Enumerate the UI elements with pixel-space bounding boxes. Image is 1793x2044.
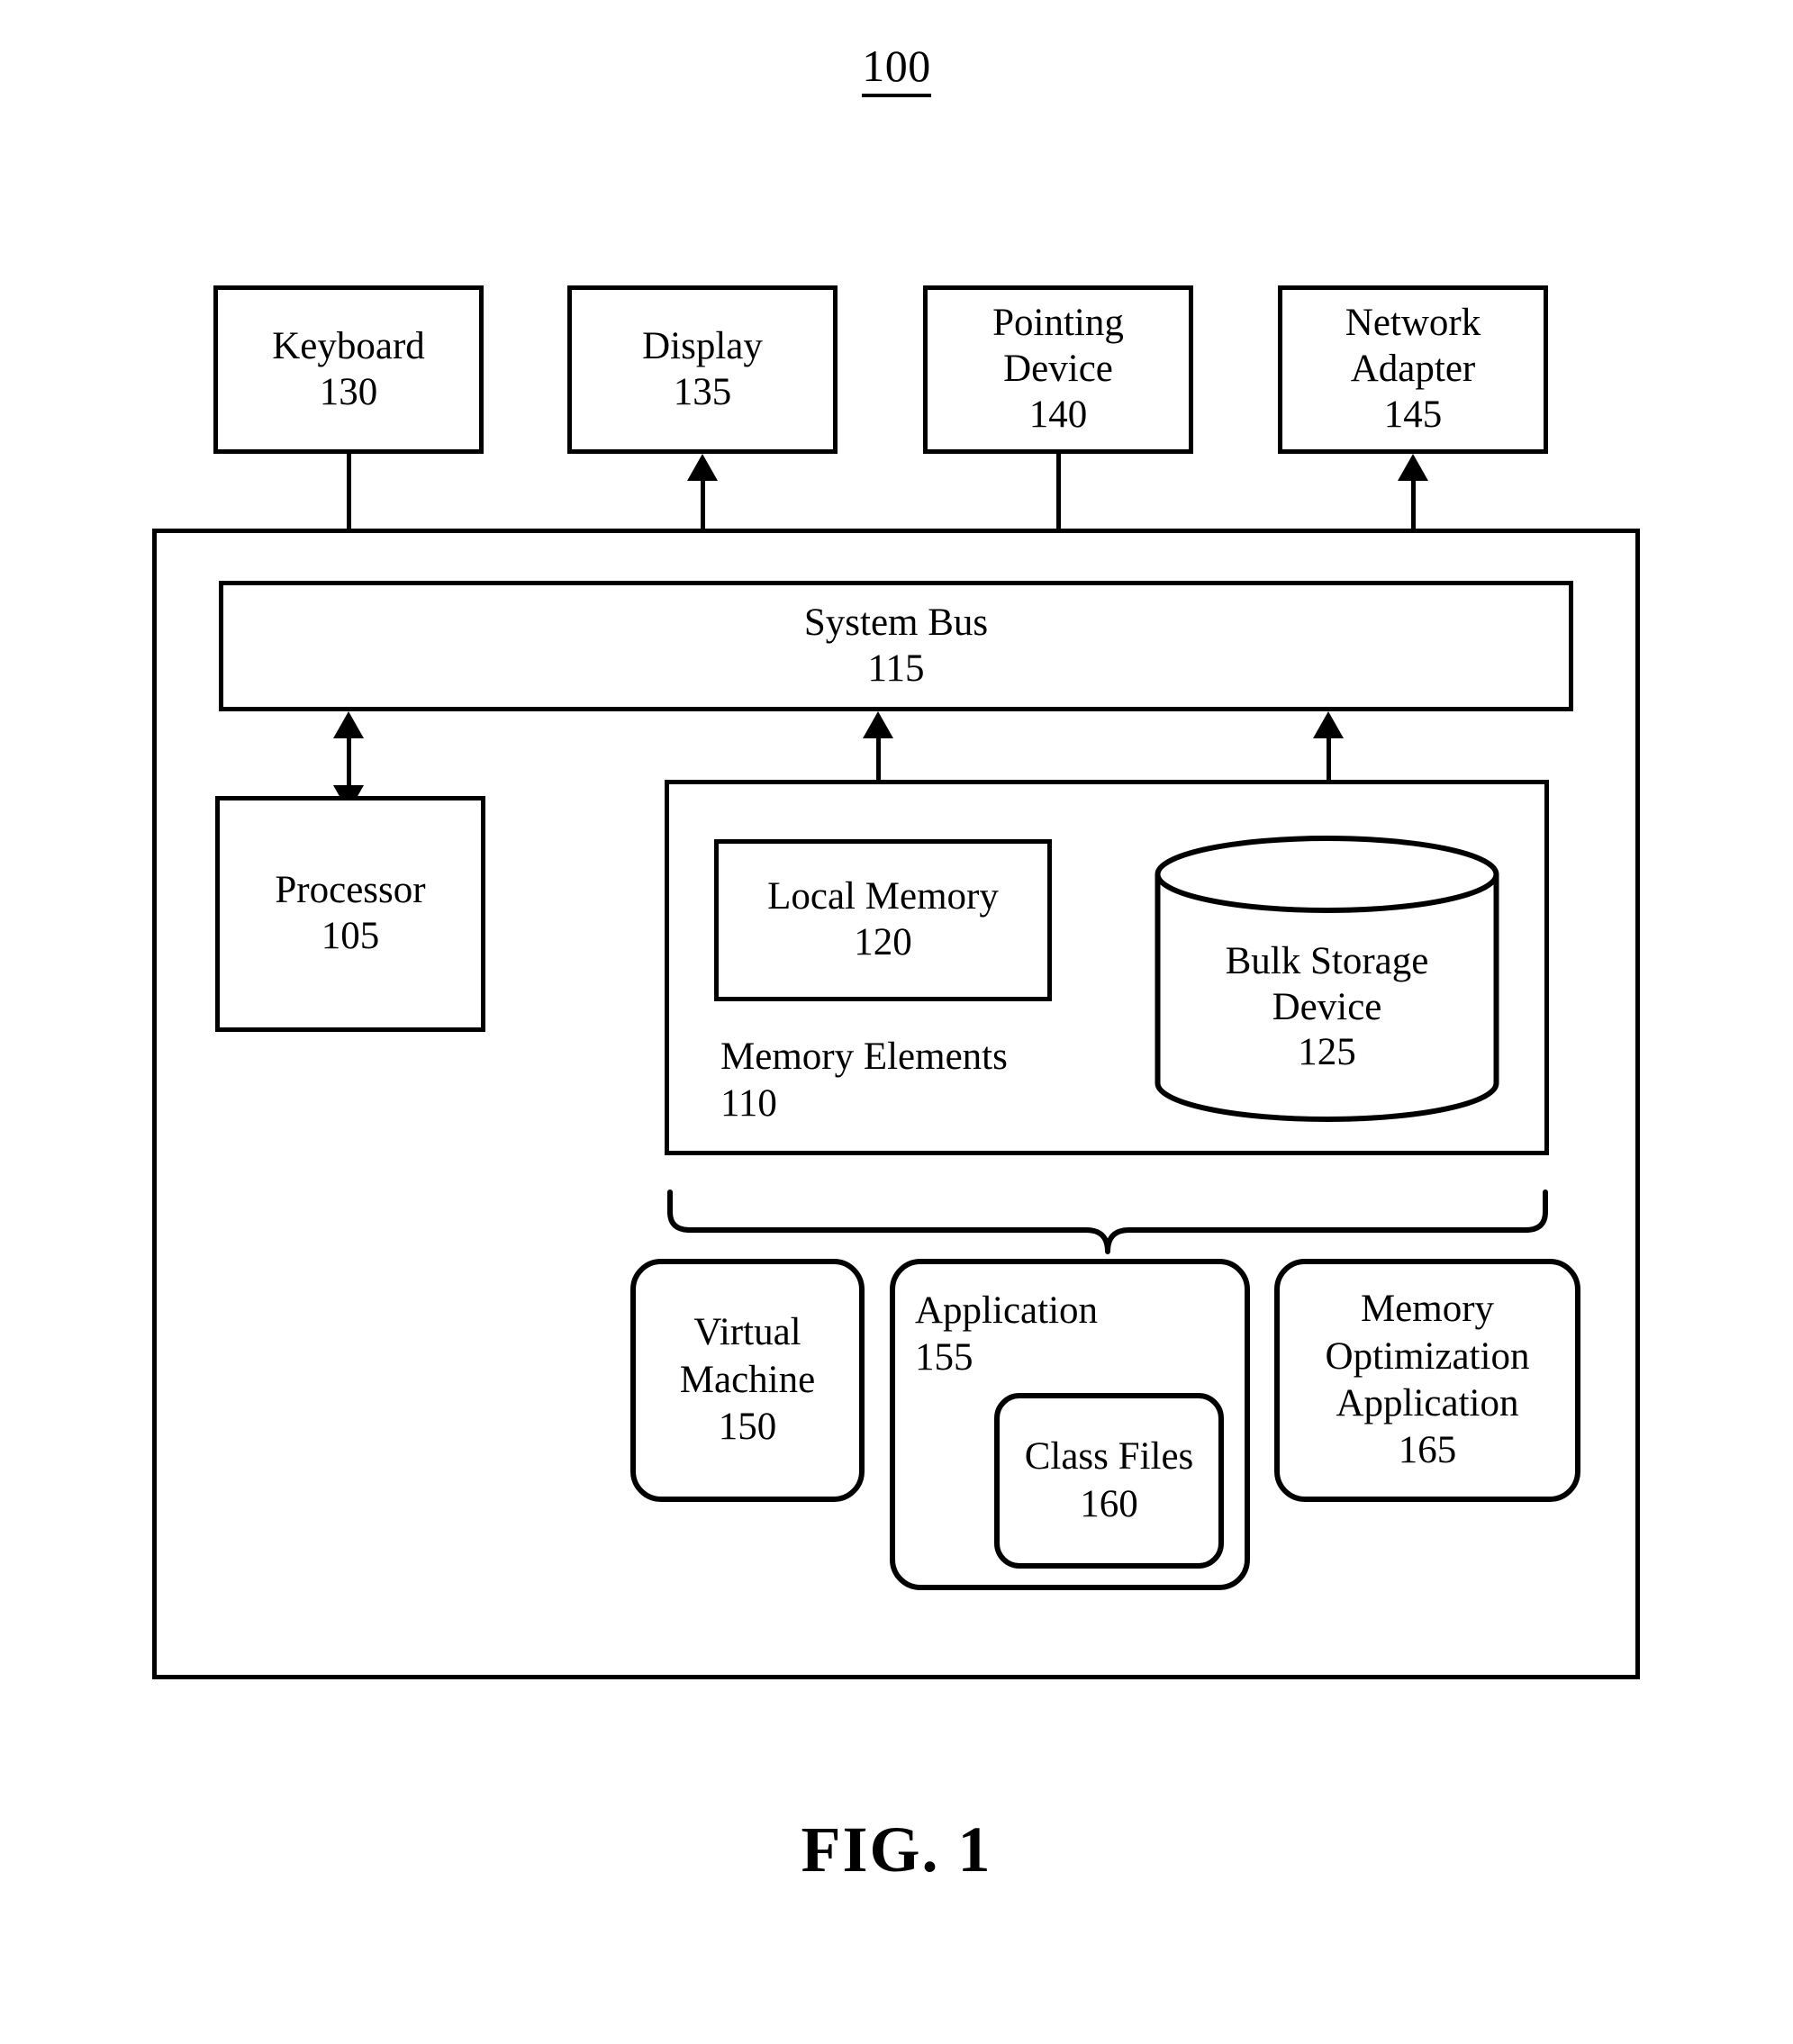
system-bus-numeral: 115	[867, 647, 925, 690]
network-adapter-box: Network Adapter 145	[1278, 285, 1548, 454]
network-adapter-bus-arrow-head-up	[1398, 454, 1428, 481]
application-label-group: Application 155	[915, 1288, 1098, 1380]
memory-elements-label: Memory Elements	[720, 1036, 1008, 1078]
display-bus-arrow-head-up	[687, 454, 718, 481]
local-memory-box: Local Memory 120	[714, 839, 1052, 1001]
processor-numeral: 105	[321, 915, 380, 957]
display-box: Display 135	[567, 285, 838, 454]
pointing-device-numeral: 140	[1028, 393, 1088, 436]
local-memory-label: Local Memory	[767, 875, 999, 918]
class-files-box: Class Files 160	[994, 1393, 1224, 1569]
display-label: Display	[642, 324, 763, 367]
bulk-storage-numeral: 125	[1298, 1031, 1356, 1074]
bulk-storage-cylinder: Bulk Storage Device 125	[1154, 835, 1500, 1123]
network-adapter-label-line2: Adapter	[1350, 348, 1476, 391]
bulk-storage-label-line1: Bulk Storage	[1225, 940, 1429, 982]
memory-optimization-label-line2: Optimization	[1325, 1334, 1530, 1378]
memory-elements-brace-shape	[667, 1189, 1548, 1254]
virtual-machine-label-line2: Machine	[679, 1358, 816, 1401]
pointing-device-box: Pointing Device 140	[923, 285, 1193, 454]
figure-caption: FIG. 1	[801, 1813, 992, 1886]
virtual-machine-numeral: 150	[718, 1406, 777, 1449]
processor-box: Processor 105	[215, 796, 485, 1032]
memory-elements-label-group: Memory Elements 110	[720, 1034, 1008, 1126]
keyboard-numeral: 130	[319, 370, 378, 413]
figure-reference-numeral-text: 100	[862, 41, 931, 97]
virtual-machine-box: Virtual Machine 150	[630, 1259, 865, 1502]
memory-elements-brace	[666, 1189, 1549, 1261]
memory-elements-numeral: 110	[720, 1081, 777, 1125]
application-label: Application	[915, 1289, 1099, 1332]
memory-optimization-label-line3: Application	[1336, 1382, 1519, 1424]
pointing-device-label-line2: Device	[1003, 348, 1113, 391]
network-adapter-numeral: 145	[1383, 393, 1443, 436]
local-memory-numeral: 120	[854, 921, 912, 963]
class-files-label: Class Files	[1024, 1435, 1194, 1479]
bus-bulk-storage-arrow-head-up	[1313, 711, 1344, 738]
application-numeral: 155	[915, 1335, 973, 1379]
keyboard-label: Keyboard	[272, 324, 425, 367]
memory-optimization-application-box: Memory Optimization Application 165	[1274, 1259, 1580, 1502]
keyboard-box: Keyboard 130	[213, 285, 484, 454]
bus-processor-arrow-line	[347, 738, 351, 785]
pointing-device-label-line1: Pointing	[992, 302, 1124, 345]
class-files-numeral: 160	[1080, 1482, 1138, 1525]
bulk-storage-label-line2: Device	[1272, 985, 1382, 1028]
virtual-machine-label-line1: Virtual	[693, 1311, 801, 1354]
memory-optimization-numeral: 165	[1398, 1429, 1457, 1472]
processor-label: Processor	[275, 869, 426, 912]
system-bus-box: System Bus 115	[219, 581, 1573, 711]
figure-reference-numeral: 100	[0, 41, 1793, 97]
bus-local-memory-arrow-head-up	[863, 711, 893, 738]
bulk-storage-label-group: Bulk Storage Device 125	[1154, 939, 1500, 1076]
system-bus-label: System Bus	[803, 601, 989, 644]
bus-processor-arrow-head-up	[333, 711, 364, 738]
network-adapter-label-line1: Network	[1345, 302, 1481, 345]
memory-optimization-label-line1: Memory	[1360, 1288, 1495, 1331]
patent-figure: 100 Keyboard 130 Display 135 Pointing De…	[0, 0, 1793, 2044]
application-box: Application 155 Class Files 160	[890, 1259, 1250, 1590]
display-numeral: 135	[673, 370, 732, 413]
